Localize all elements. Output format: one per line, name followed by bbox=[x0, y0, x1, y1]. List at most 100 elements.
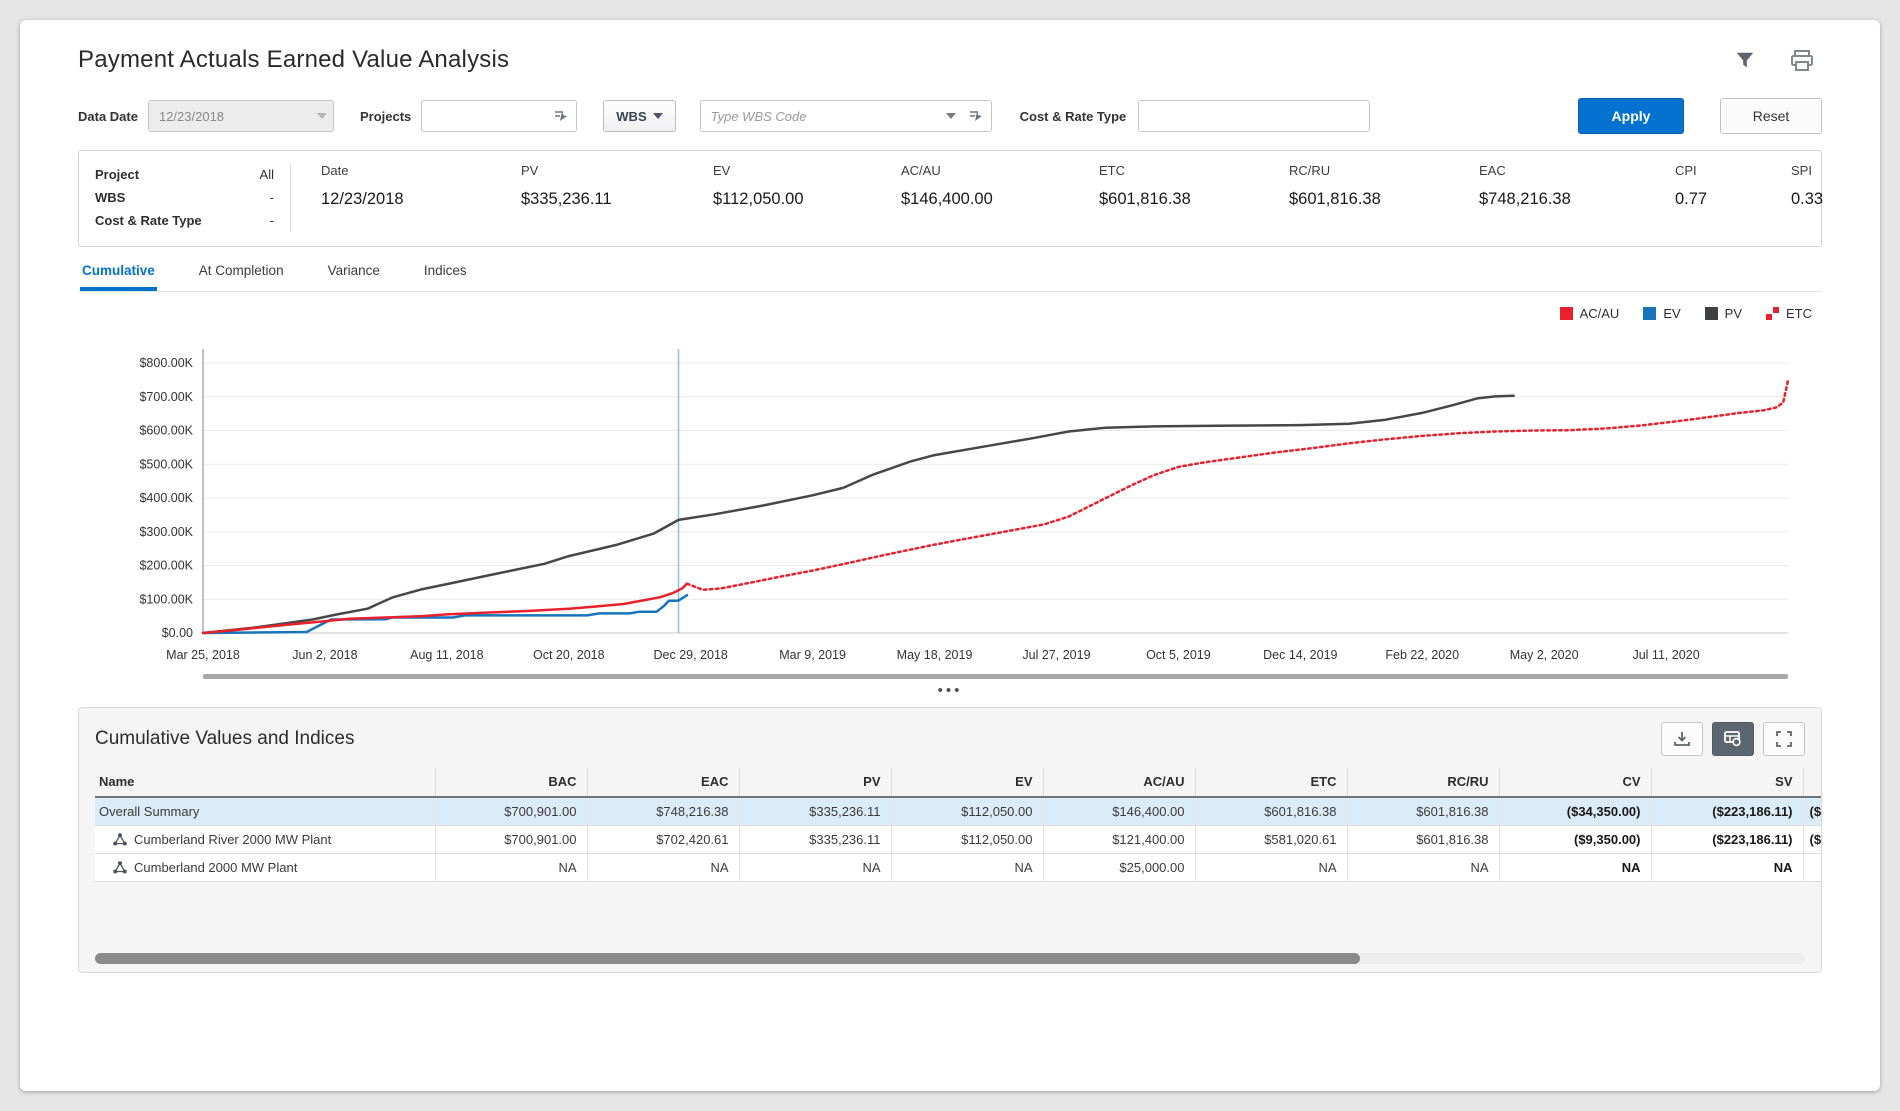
wbs-type-dropdown[interactable]: WBS bbox=[603, 100, 675, 132]
project-icon bbox=[113, 861, 127, 874]
col-bac[interactable]: BAC bbox=[435, 768, 587, 797]
ev-summary-strip: ProjectAll WBS- Cost & Rate Type- Date12… bbox=[78, 150, 1822, 247]
col-name[interactable]: Name bbox=[95, 768, 435, 797]
legend-label: AC/AU bbox=[1580, 306, 1620, 321]
picker-icon[interactable] bbox=[969, 110, 984, 123]
svg-text:Dec 14, 2019: Dec 14, 2019 bbox=[1263, 648, 1337, 662]
cell-pv: $335,236.11 bbox=[739, 826, 891, 854]
metric-acau: AC/AU$146,400.00 bbox=[871, 163, 1069, 232]
col-rcru[interactable]: RC/RU bbox=[1347, 768, 1499, 797]
metric-value: 0.77 bbox=[1675, 190, 1761, 209]
ev-curves-chart[interactable]: $0.00$100.00K$200.00K$300.00K$400.00K$50… bbox=[78, 323, 1822, 669]
legend-label: PV bbox=[1725, 306, 1742, 321]
metric-label: Date bbox=[321, 163, 491, 178]
chevron-down-icon bbox=[317, 113, 327, 119]
cell-clipped bbox=[1803, 854, 1822, 882]
download-icon bbox=[1673, 731, 1691, 747]
svg-text:Jul 11, 2020: Jul 11, 2020 bbox=[1632, 648, 1699, 662]
metric-eac: EAC$748,216.38 bbox=[1449, 163, 1645, 232]
col-eac[interactable]: EAC bbox=[587, 768, 739, 797]
scope-cost-rate-label: Cost & Rate Type bbox=[95, 209, 202, 232]
svg-text:May 18, 2019: May 18, 2019 bbox=[897, 648, 973, 662]
cost-rate-type-input[interactable] bbox=[1147, 102, 1361, 130]
svg-text:$100.00K: $100.00K bbox=[139, 592, 193, 606]
wbs-button-label: WBS bbox=[616, 109, 646, 124]
metric-etc: ETC$601,816.38 bbox=[1069, 163, 1259, 232]
panel-title: Cumulative Values and Indices bbox=[95, 728, 354, 750]
table-scrollbar-track[interactable] bbox=[95, 953, 1805, 964]
tab-cumulative[interactable]: Cumulative bbox=[80, 257, 157, 291]
cell-cv: ($34,350.00) bbox=[1499, 797, 1651, 826]
svg-text:Mar 9, 2019: Mar 9, 2019 bbox=[779, 648, 846, 662]
cell-ev: NA bbox=[891, 854, 1043, 882]
cell-acau: $121,400.00 bbox=[1043, 826, 1195, 854]
metric-value: $601,816.38 bbox=[1289, 190, 1449, 209]
wbs-code-input[interactable] bbox=[711, 102, 940, 130]
download-button[interactable] bbox=[1661, 722, 1703, 756]
cell-rcru: $601,816.38 bbox=[1347, 797, 1499, 826]
cell-etc: NA bbox=[1195, 854, 1347, 882]
tab-at-completion[interactable]: At Completion bbox=[197, 257, 286, 291]
projects-field bbox=[421, 100, 577, 132]
table-header-row: Name BAC EAC PV EV AC/AU ETC RC/RU CV SV bbox=[95, 768, 1822, 797]
table-options-button[interactable] bbox=[1712, 722, 1754, 756]
legend-swatch-dark bbox=[1705, 307, 1718, 320]
cell-eac: $702,420.61 bbox=[587, 826, 739, 854]
cell-acau: $25,000.00 bbox=[1043, 854, 1195, 882]
cell-sv: ($223,186.11) bbox=[1651, 826, 1803, 854]
legend-swatch-blue bbox=[1643, 307, 1656, 320]
apply-button[interactable]: Apply bbox=[1578, 98, 1684, 134]
cell-cv: ($9,350.00) bbox=[1499, 826, 1651, 854]
table-row-cumberland-river[interactable]: Cumberland River 2000 MW Plant $700,901.… bbox=[95, 826, 1822, 854]
app-card: Payment Actuals Earned Value Analysis Da… bbox=[20, 20, 1880, 1091]
row-name: Cumberland River 2000 MW Plant bbox=[134, 832, 331, 847]
metric-value: $146,400.00 bbox=[901, 190, 1069, 209]
grid-settings-icon bbox=[1724, 731, 1742, 747]
row-name: Overall Summary bbox=[99, 804, 199, 819]
data-date-value: 12/23/2018 bbox=[159, 109, 311, 124]
picker-icon[interactable] bbox=[554, 110, 569, 123]
filter-icon[interactable] bbox=[1734, 50, 1756, 72]
tab-variance[interactable]: Variance bbox=[326, 257, 382, 291]
projects-input[interactable] bbox=[430, 102, 547, 130]
metric-cpi: CPI 0.77 bbox=[1645, 163, 1761, 232]
svg-text:$800.00K: $800.00K bbox=[139, 356, 193, 370]
panel-resize-handle[interactable]: ••• bbox=[78, 679, 1822, 707]
wbs-code-field bbox=[700, 100, 992, 132]
table-row-cumberland[interactable]: Cumberland 2000 MW Plant NA NA NA NA $25… bbox=[95, 854, 1822, 882]
cell-ev: $112,050.00 bbox=[891, 826, 1043, 854]
legend-item-acau[interactable]: AC/AU bbox=[1560, 306, 1620, 321]
metric-label: EAC bbox=[1479, 163, 1645, 178]
legend-item-ev[interactable]: EV bbox=[1643, 306, 1680, 321]
tab-indices[interactable]: Indices bbox=[422, 257, 469, 291]
svg-text:$500.00K: $500.00K bbox=[139, 457, 193, 471]
cell-acau: $146,400.00 bbox=[1043, 797, 1195, 826]
metric-date: Date12/23/2018 bbox=[291, 163, 491, 232]
col-sv[interactable]: SV bbox=[1651, 768, 1803, 797]
col-ev[interactable]: EV bbox=[891, 768, 1043, 797]
legend-item-pv[interactable]: PV bbox=[1705, 306, 1742, 321]
svg-text:Mar 25, 2018: Mar 25, 2018 bbox=[166, 648, 240, 662]
metric-label: ETC bbox=[1099, 163, 1259, 178]
metric-label: CPI bbox=[1675, 163, 1761, 178]
col-pv[interactable]: PV bbox=[739, 768, 891, 797]
table-row-overall-summary[interactable]: Overall Summary $700,901.00 $748,216.38 … bbox=[95, 797, 1822, 826]
col-cv[interactable]: CV bbox=[1499, 768, 1651, 797]
legend-item-etc[interactable]: ETC bbox=[1766, 306, 1812, 321]
expand-button[interactable] bbox=[1763, 722, 1805, 756]
reset-button[interactable]: Reset bbox=[1720, 98, 1822, 134]
chevron-down-icon[interactable] bbox=[946, 113, 956, 119]
table-scrollbar-thumb[interactable] bbox=[95, 953, 1360, 964]
data-date-select[interactable]: 12/23/2018 bbox=[148, 100, 334, 132]
svg-text:May 2, 2020: May 2, 2020 bbox=[1510, 648, 1579, 662]
row-name: Cumberland 2000 MW Plant bbox=[134, 860, 297, 875]
scope-cost-rate-value: - bbox=[270, 209, 274, 232]
col-etc[interactable]: ETC bbox=[1195, 768, 1347, 797]
print-icon[interactable] bbox=[1790, 50, 1814, 72]
view-tabs: Cumulative At Completion Variance Indice… bbox=[78, 257, 1822, 292]
cumulative-values-panel: Cumulative Values and Indices Name bbox=[78, 707, 1822, 973]
cell-bac: $700,901.00 bbox=[435, 797, 587, 826]
metric-rcru: RC/RU$601,816.38 bbox=[1259, 163, 1449, 232]
col-acau[interactable]: AC/AU bbox=[1043, 768, 1195, 797]
projects-label: Projects bbox=[360, 109, 411, 124]
